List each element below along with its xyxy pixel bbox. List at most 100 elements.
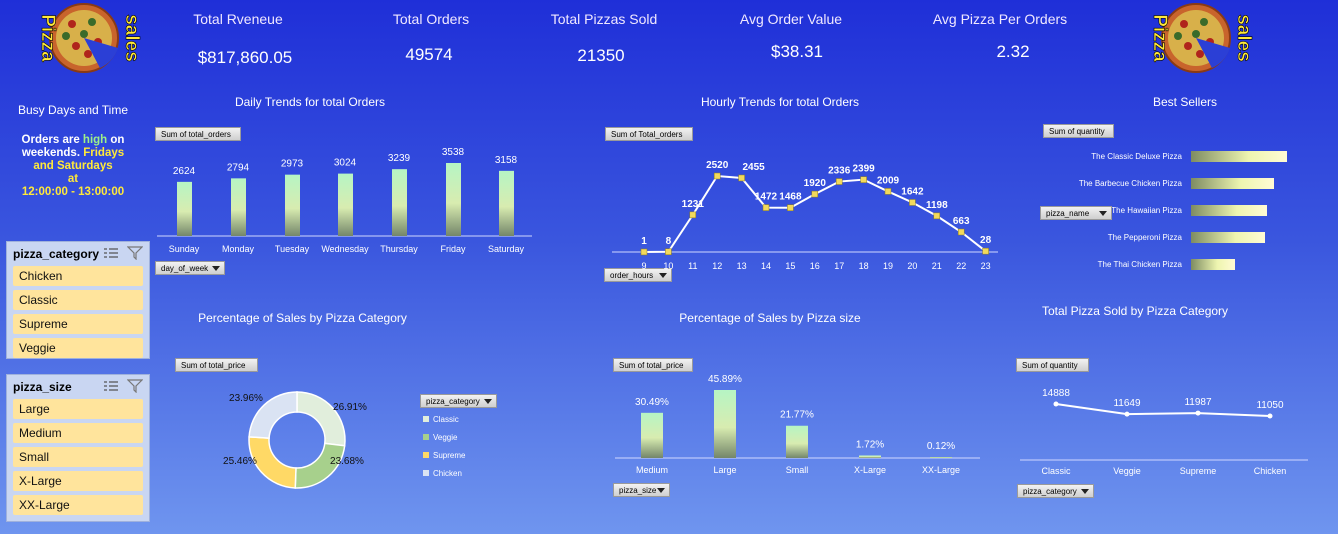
best-seller-bar — [1191, 259, 1235, 270]
hourly-tick-label: 22 — [956, 261, 966, 271]
daily-tick-label: Sunday — [169, 244, 200, 254]
size-bar-xx-large — [930, 457, 952, 458]
hourly-marker — [835, 178, 843, 185]
hourly-marker — [909, 199, 916, 206]
legend-swatch — [423, 416, 429, 422]
category-sold-data-label: 14888 — [1042, 388, 1070, 399]
category-sold-tick-label: Chicken — [1254, 466, 1287, 476]
hourly-tick-label: 10 — [663, 261, 673, 271]
size-tick-label: XX-Large — [922, 465, 960, 475]
hourly-tick-label: 21 — [932, 261, 942, 271]
legend-swatch — [423, 470, 429, 476]
hourly-tick-label: 20 — [907, 261, 917, 271]
legend-label: Veggie — [433, 432, 458, 442]
hourly-marker — [884, 188, 892, 195]
size-data-label: 21.77% — [780, 410, 814, 421]
hourly-marker — [787, 204, 794, 211]
hourly-data-label: 1198 — [926, 200, 948, 211]
hourly-tick-label: 11 — [688, 261, 697, 271]
hourly-tick-label: 15 — [785, 261, 795, 271]
category-sold-line — [1055, 403, 1271, 417]
size-tick-label: X-Large — [854, 465, 886, 475]
daily-data-label: 3239 — [388, 153, 411, 164]
hourly-tick-label: 19 — [883, 261, 893, 271]
best-seller-bar — [1191, 151, 1287, 162]
hourly-data-label: 28 — [980, 235, 992, 246]
size-bar-medium — [641, 412, 663, 458]
daily-data-label: 3158 — [495, 155, 518, 166]
size-tick-label: Large — [713, 465, 736, 475]
donut-data-label: 23.68% — [330, 456, 364, 467]
daily-tick-label: Monday — [222, 244, 255, 254]
category-sold-marker — [1124, 411, 1130, 417]
hourly-marker — [640, 248, 648, 256]
hourly-marker — [713, 172, 721, 180]
best-seller-tick-label: The Hawaiian Pizza — [1111, 206, 1182, 215]
hourly-data-label: 2520 — [706, 160, 729, 171]
hourly-data-label: 1231 — [682, 199, 705, 210]
donut-data-label: 25.46% — [223, 456, 257, 467]
best-seller-tick-label: The Pepperoni Pizza — [1108, 233, 1183, 242]
category-pct-legend: Classic Veggie Supreme Chicken — [423, 410, 465, 482]
category-sold-data-label: 11987 — [1184, 397, 1212, 408]
daily-data-label: 3538 — [442, 147, 465, 158]
hourly-data-label: 1920 — [804, 178, 827, 189]
best-seller-tick-label: The Thai Chicken Pizza — [1098, 260, 1183, 269]
legend-label: Supreme — [433, 450, 466, 460]
hourly-marker — [982, 247, 989, 255]
legend-item-supreme: Supreme — [423, 446, 465, 464]
hourly-data-label: 1468 — [779, 192, 802, 203]
hourly-data-label: 2336 — [828, 166, 851, 177]
legend-item-chicken: Chicken — [423, 464, 465, 482]
daily-tick-label: Thursday — [380, 244, 418, 254]
category-sold-data-label: 11649 — [1113, 398, 1141, 409]
best-seller-bar — [1191, 205, 1267, 216]
hourly-tick-label: 13 — [737, 261, 747, 271]
category-sold-tick-label: Supreme — [1180, 466, 1217, 476]
size-data-label: 30.49% — [635, 397, 669, 408]
charts-canvas: 2624 Sunday 2794 Monday 2973 Tuesday 3024 Wedne… — [157, 147, 1308, 489]
donut-slice-classic — [296, 391, 346, 447]
legend-label: Chicken — [433, 468, 462, 478]
hourly-marker — [957, 228, 965, 236]
hourly-data-label: 1472 — [755, 192, 778, 203]
hourly-data-label: 2399 — [852, 164, 875, 175]
legend-swatch — [423, 434, 429, 440]
hourly-marker — [689, 211, 697, 219]
best-seller-bar — [1191, 232, 1265, 243]
size-data-label: 0.12% — [927, 441, 955, 452]
daily-bar-tuesday — [285, 174, 300, 236]
daily-data-label: 2973 — [281, 159, 304, 170]
daily-data-label: 2794 — [227, 162, 250, 173]
daily-bar-sunday — [177, 181, 192, 236]
daily-tick-label: Tuesday — [275, 244, 310, 254]
hourly-marker — [738, 174, 745, 182]
best-axis-field-button[interactable]: pizza_name — [1040, 206, 1112, 220]
daily-bar-wednesday — [338, 173, 353, 236]
daily-bar-saturday — [499, 170, 514, 236]
daily-tick-label: Friday — [440, 244, 466, 254]
size-data-label: 1.72% — [856, 439, 884, 450]
daily-bar-thursday — [392, 169, 407, 236]
hourly-data-label: 663 — [953, 216, 970, 227]
category-sold-tick-label: Classic — [1041, 466, 1071, 476]
hourly-marker — [811, 190, 819, 198]
hourly-data-label: 1642 — [901, 186, 924, 197]
best-seller-tick-label: The Barbecue Chicken Pizza — [1079, 179, 1183, 188]
hourly-marker — [665, 248, 672, 256]
category-sold-marker — [1267, 413, 1273, 419]
hourly-tick-label: 9 — [641, 261, 646, 271]
daily-bar-monday — [231, 178, 246, 236]
hourly-tick-label: 17 — [834, 261, 844, 271]
size-bar-small — [786, 425, 808, 458]
hourly-data-label: 2009 — [877, 175, 900, 186]
hourly-marker — [762, 204, 770, 211]
size-data-label: 45.89% — [708, 374, 742, 385]
best-seller-tick-label: The Classic Deluxe Pizza — [1091, 152, 1182, 161]
size-tick-label: Small — [786, 465, 809, 475]
hourly-data-label: 2455 — [742, 162, 765, 173]
legend-swatch — [423, 452, 429, 458]
size-tick-label: Medium — [636, 465, 668, 475]
best-seller-bar — [1191, 178, 1274, 189]
hourly-tick-label: 16 — [810, 261, 820, 271]
